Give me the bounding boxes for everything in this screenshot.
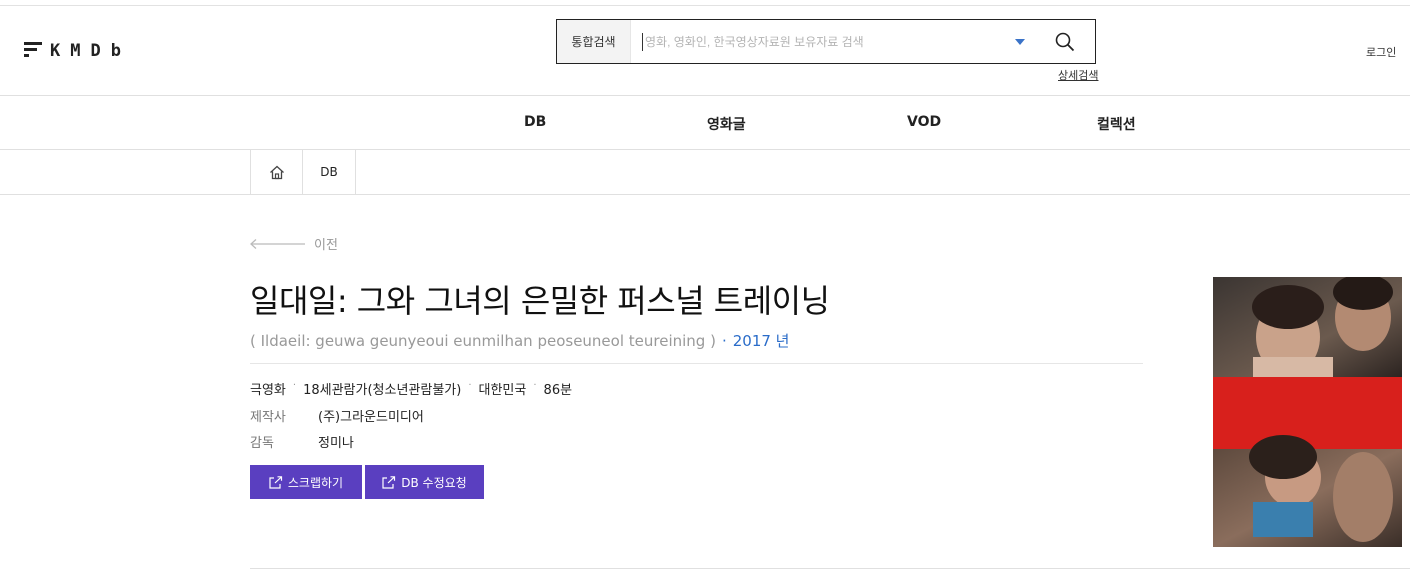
share-icon [269,475,282,489]
logo-text: KMDb [50,41,131,61]
share-icon [382,475,396,489]
search-button[interactable] [1035,20,1095,63]
caret-down-icon [1015,38,1025,45]
search-input[interactable] [642,32,1005,51]
runtime: 86분 [543,383,573,398]
director-value[interactable]: 정미나 [318,432,354,451]
header-divider [0,95,1410,96]
year-link[interactable]: 2017 년 [733,332,790,350]
nav-db[interactable]: DB [524,114,546,130]
director-label: 감독 [250,436,274,451]
movie-poster[interactable] [1213,277,1402,547]
search-icon [1055,32,1075,51]
arrow-left-icon [250,238,305,249]
director-row: 감독 정미나 [250,432,354,451]
back-link[interactable]: 이전 [250,234,338,253]
breadcrumb-home[interactable] [250,150,302,194]
rating: 18세관람가(청소년관람불가) [303,383,462,398]
search-dropdown-toggle[interactable] [1005,20,1035,63]
back-label: 이전 [314,238,338,253]
producer-row: 제작사 (주)그라운드미디어 [250,406,424,425]
bottom-divider [250,568,1410,569]
producer-value: (주)그라운드미디어 [318,410,424,425]
db-edit-request-button[interactable]: DB 수정요청 [365,465,484,499]
nav-vod[interactable]: VOD [907,114,941,130]
home-icon [269,165,284,179]
poster-image [1213,277,1402,547]
breadcrumb-divider [0,194,1410,195]
login-link[interactable]: 로그인 [1366,44,1396,60]
genre: 극영화 [250,383,286,398]
country: 대한민국 [478,383,527,398]
db-request-label: DB 수정요청 [401,475,467,490]
search-box: 통합검색 [556,19,1096,64]
breadcrumb-db[interactable]: DB [302,150,356,194]
movie-subtitle: ( Ildaeil: geuwa geunyeoui eunmilhan peo… [250,330,789,351]
nav-divider [0,149,1410,150]
separator-dot: · [721,332,727,350]
nav-film-articles[interactable]: 영화글 [707,114,746,134]
producer-label: 제작사 [250,410,286,425]
kmdb-logo[interactable]: KMDb [24,38,144,64]
nav-collection[interactable]: 컬렉션 [1097,114,1136,134]
logo-mark-icon [24,42,42,57]
scrap-label: 스크랩하기 [287,475,344,490]
title-divider [250,363,1143,364]
movie-title: 일대일: 그와 그녀의 은밀한 퍼스널 트레이닝 [250,282,830,320]
top-divider [0,5,1410,6]
movie-meta-row: 극영화 · 18세관람가(청소년관람불가) · 대한민국 · 86분 [250,380,573,398]
advanced-search-link[interactable]: 상세검색 [1058,67,1098,83]
search-category[interactable]: 통합검색 [557,20,631,63]
scrap-button[interactable]: 스크랩하기 [250,465,362,499]
romanized-title: ( Ildaeil: geuwa geunyeoui eunmilhan peo… [250,332,716,350]
